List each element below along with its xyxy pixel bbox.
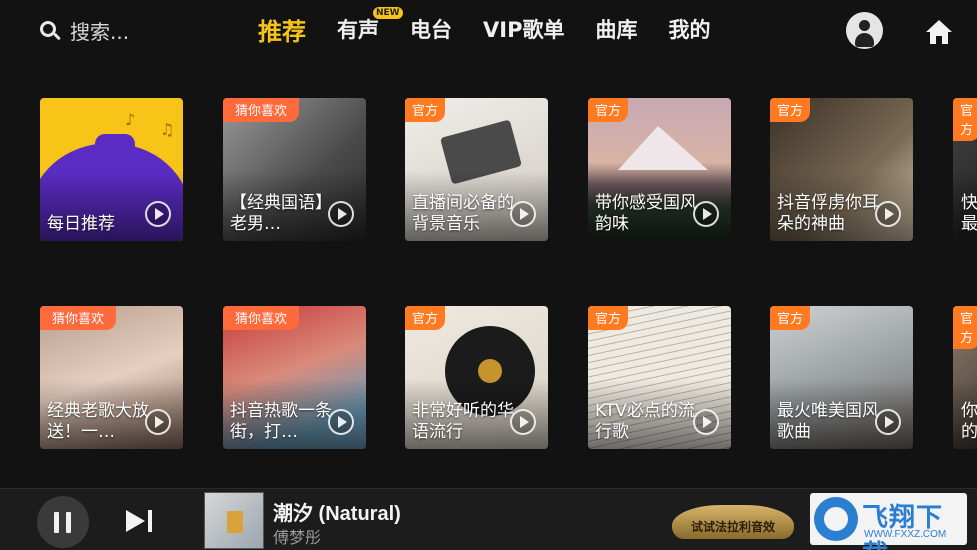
play-icon[interactable] (328, 201, 354, 227)
card-title: 最火唯美国风歌曲 (777, 401, 879, 442)
official-tag: 官方 (588, 98, 629, 122)
playlist-card[interactable]: 猜你喜欢 抖音热歌一条街，打… (223, 306, 366, 449)
card-title: 快最 (961, 193, 977, 234)
playlist-card[interactable]: 猜你喜欢 经典老歌大放送！一… (40, 306, 183, 449)
card-title: 每日推荐 (47, 214, 115, 234)
tab-library[interactable]: 曲库 (595, 14, 637, 47)
playlist-card[interactable]: 官方 快最 (953, 98, 977, 241)
official-tag: 官方 (405, 98, 446, 122)
play-icon[interactable] (510, 409, 536, 435)
watermark-title: 飞翔下载 (862, 503, 944, 550)
play-icon[interactable] (875, 201, 901, 227)
search-icon (38, 19, 62, 43)
card-title: 经典老歌大放送！一… (47, 401, 149, 442)
top-bar: 搜索... 推荐 有声 NEW 电台 VIP歌单 曲库 我的 (0, 0, 977, 64)
tab-vip-playlist[interactable]: VIP歌单 (483, 14, 564, 47)
watermark-url: WWW.FXXZ.COM (864, 529, 947, 540)
playlist-card[interactable]: 猜你喜欢 【经典国语】老男… (223, 98, 366, 241)
tab-recommend[interactable]: 推荐 (258, 12, 306, 47)
play-icon[interactable] (510, 201, 536, 227)
playlist-card-daily[interactable]: ♪ ♫ 每日推荐 (40, 98, 183, 241)
ferrari-sound-button[interactable]: 试试法拉利音效 (672, 505, 794, 539)
playlist-card[interactable]: 官方 你的 (953, 306, 977, 449)
play-icon[interactable] (693, 409, 719, 435)
tab-audio-label: 有声 (337, 18, 379, 42)
tab-audio[interactable]: 有声 NEW (337, 7, 403, 47)
play-icon[interactable] (145, 409, 171, 435)
card-title: 你的 (961, 401, 977, 442)
song-title[interactable]: 潮汐 (Natural) (273, 497, 401, 526)
card-title: 直播间必备的背景音乐 (412, 193, 514, 234)
official-tag: 官方 (405, 306, 446, 330)
new-badge: NEW (373, 7, 403, 19)
album-cover[interactable] (204, 492, 264, 549)
card-title: 带你感受国风韵味 (595, 193, 697, 234)
tab-mine[interactable]: 我的 (668, 14, 710, 47)
music-note-icon: ♪ (125, 110, 136, 129)
guess-tag: 猜你喜欢 (40, 306, 117, 330)
playlist-card[interactable]: 官方 KTV必点的流行歌 (588, 306, 731, 449)
home-icon[interactable] (925, 18, 953, 46)
official-tag: 官方 (770, 306, 811, 330)
play-icon[interactable] (328, 409, 354, 435)
playlist-card[interactable]: 官方 抖音俘虏你耳朵的神曲 (770, 98, 913, 241)
guess-tag: 猜你喜欢 (223, 98, 300, 122)
pause-button[interactable] (37, 496, 89, 548)
card-title: 抖音俘虏你耳朵的神曲 (777, 193, 879, 234)
next-track-icon[interactable] (123, 506, 157, 536)
playlist-card[interactable]: 官方 最火唯美国风歌曲 (770, 306, 913, 449)
song-artist: 傅梦彤 (273, 528, 322, 547)
guess-tag: 猜你喜欢 (223, 306, 300, 330)
play-icon[interactable] (875, 409, 901, 435)
playlist-card[interactable]: 官方 带你感受国风韵味 (588, 98, 731, 241)
main-tabs: 推荐 有声 NEW 电台 VIP歌单 曲库 我的 (258, 7, 741, 47)
music-note-icon: ♫ (160, 120, 175, 139)
card-title: 抖音热歌一条街，打… (230, 401, 332, 442)
tab-radio[interactable]: 电台 (410, 14, 452, 47)
search-placeholder: 搜索... (70, 20, 130, 44)
official-tag: 官方 (953, 98, 977, 141)
playlist-card[interactable]: 官方 非常好听的华语流行 (405, 306, 548, 449)
card-title: 【经典国语】老男… (230, 193, 332, 234)
playlist-card[interactable]: 官方 直播间必备的背景音乐 (405, 98, 548, 241)
watermark-logo: 飞翔下载 WWW.FXXZ.COM (810, 493, 967, 550)
play-icon[interactable] (693, 201, 719, 227)
official-tag: 官方 (588, 306, 629, 330)
pause-icon (54, 512, 59, 533)
play-icon[interactable] (145, 201, 171, 227)
official-tag: 官方 (770, 98, 811, 122)
user-avatar-icon[interactable] (846, 12, 883, 49)
fxxz-logo-icon (814, 497, 858, 541)
mini-player: 潮汐 (Natural) 傅梦彤 试试法拉利音效 飞翔下载 WWW.FXXZ.C… (0, 488, 977, 550)
search-box[interactable]: 搜索... (38, 16, 129, 45)
card-title: KTV必点的流行歌 (595, 401, 695, 442)
official-tag: 官方 (953, 306, 977, 349)
card-title: 非常好听的华语流行 (412, 401, 514, 442)
